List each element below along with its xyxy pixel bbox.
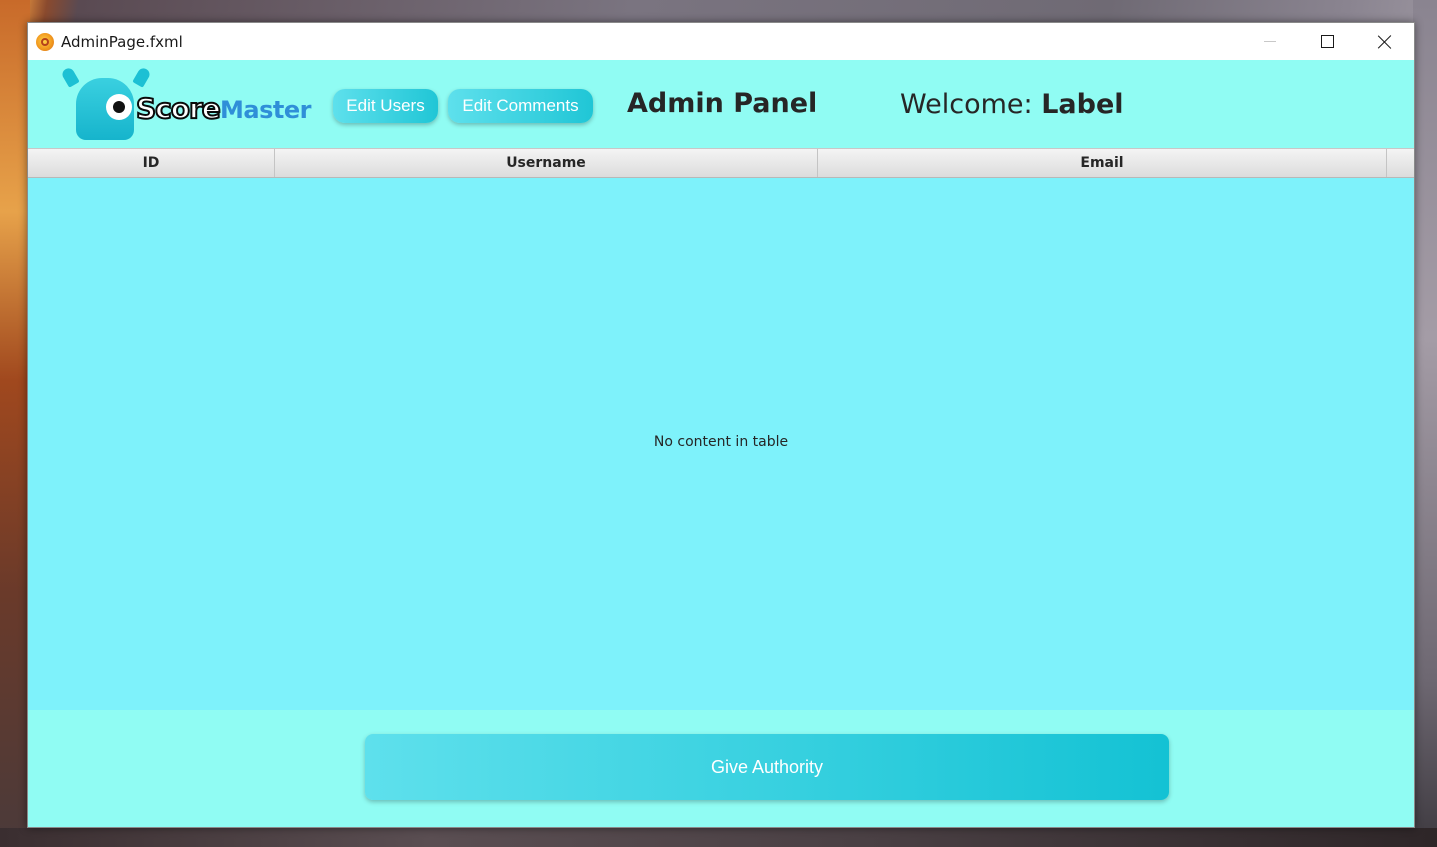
give-authority-button[interactable]: Give Authority [365,734,1169,800]
minimize-icon [1264,41,1276,42]
empty-table-message: No content in table [653,434,789,450]
footer-bar: Give Authority [28,710,1414,826]
app-window: AdminPage.fxml Score Master Edit Users E… [27,22,1415,828]
close-icon [1378,35,1392,49]
page-title: Admin Panel [627,88,818,119]
score-master-logo: Score Master [60,66,312,142]
header-bar: Score Master Edit Users Edit Comments Ad… [28,60,1414,148]
desktop-wallpaper-bottom [0,828,1437,847]
maximize-button[interactable] [1304,23,1350,60]
desktop-wallpaper-left [0,0,30,847]
welcome-label: Welcome: Label [900,89,1124,120]
close-button[interactable] [1362,23,1408,60]
title-bar[interactable]: AdminPage.fxml [28,23,1414,60]
edit-users-button[interactable]: Edit Users [333,89,438,123]
edit-comments-button[interactable]: Edit Comments [448,89,593,123]
admin-page: Score Master Edit Users Edit Comments Ad… [28,60,1414,827]
maximize-icon [1320,35,1334,48]
monster-logo-icon [76,78,134,140]
welcome-prefix: Welcome: [900,89,1033,120]
welcome-username: Label [1041,89,1124,120]
logo-master-text: Master [220,96,311,124]
desktop-wallpaper-right [1413,0,1437,847]
minimize-button[interactable] [1247,23,1293,60]
logo-score-text: Score [135,91,222,126]
column-header-id[interactable]: ID [28,149,275,177]
java-app-icon [36,33,54,51]
column-header-filler [1387,149,1414,177]
window-title: AdminPage.fxml [61,33,183,51]
logo-eye [106,94,132,120]
column-header-username[interactable]: Username [275,149,818,177]
table-header: ID Username Email [28,148,1414,178]
column-header-email[interactable]: Email [818,149,1387,177]
logo-horn-right [132,66,152,88]
users-table[interactable]: No content in table [28,178,1414,710]
logo-horn-left [60,66,80,88]
